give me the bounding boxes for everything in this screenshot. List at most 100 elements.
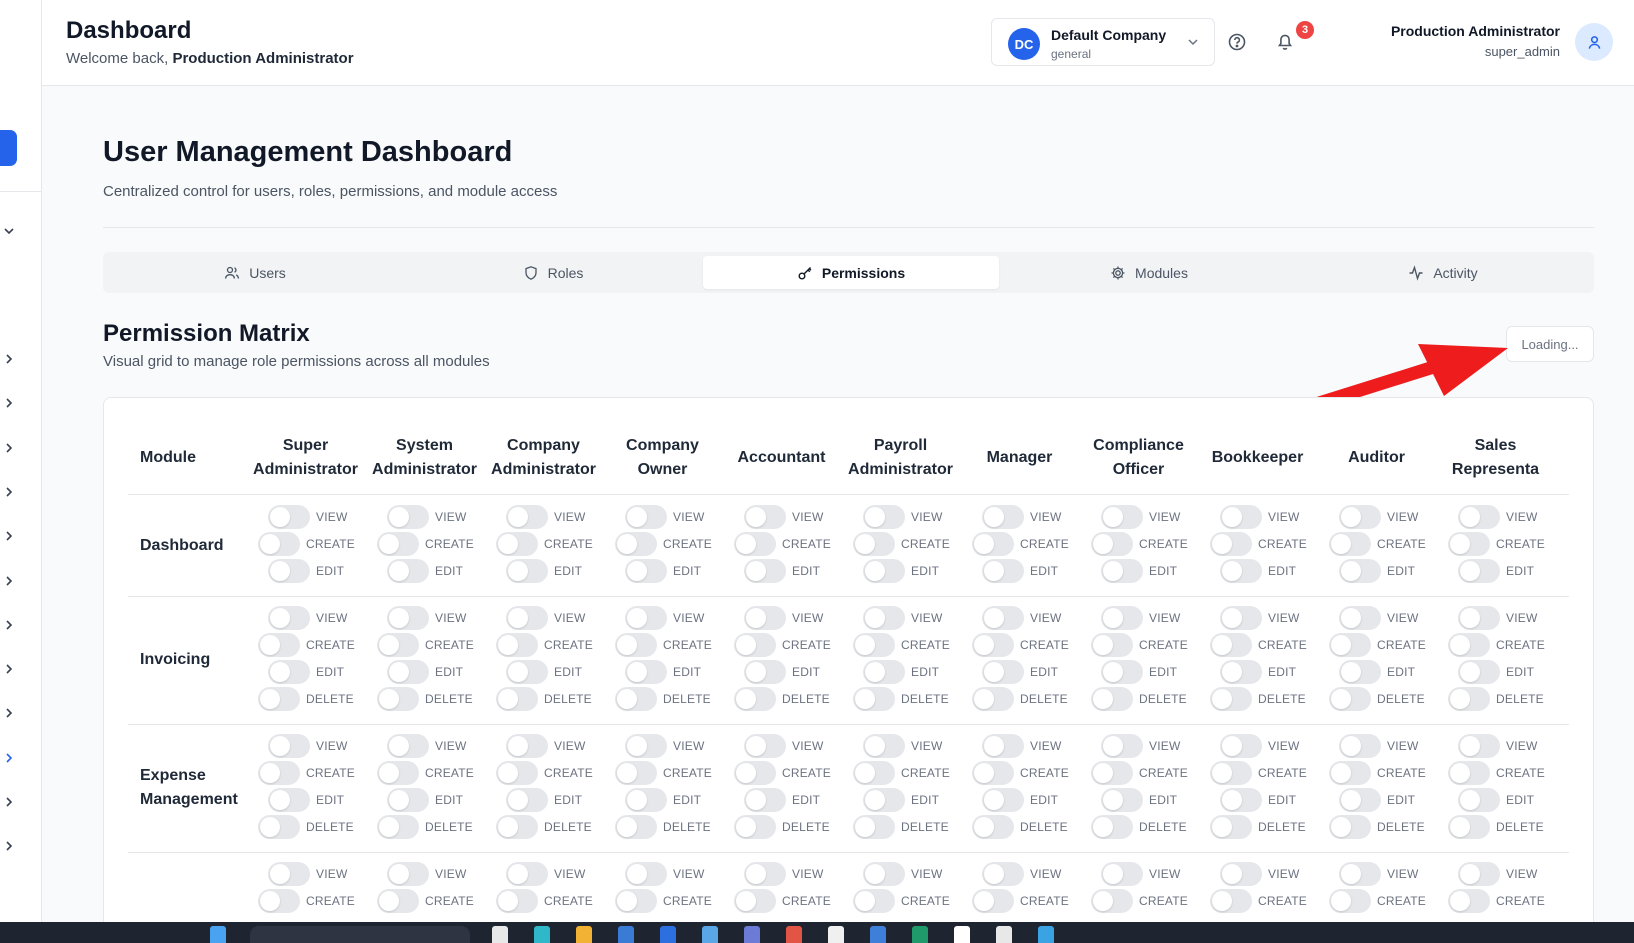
taskbar-app-icon[interactable] [786, 926, 802, 943]
taskbar-app-icon[interactable] [912, 926, 928, 943]
permission-toggle[interactable] [734, 815, 776, 839]
permission-toggle[interactable] [1339, 660, 1381, 684]
permission-toggle[interactable] [1091, 633, 1133, 657]
permission-toggle[interactable] [734, 687, 776, 711]
permission-toggle[interactable] [1329, 761, 1371, 785]
permission-toggle[interactable] [496, 532, 538, 556]
permission-toggle[interactable] [1339, 505, 1381, 529]
permission-toggle[interactable] [1091, 889, 1133, 913]
permission-toggle[interactable] [258, 633, 300, 657]
taskbar-app-icon[interactable] [954, 926, 970, 943]
permission-toggle[interactable] [268, 734, 310, 758]
bell-icon[interactable] [1274, 30, 1296, 52]
permission-toggle[interactable] [506, 559, 548, 583]
permission-toggle[interactable] [387, 559, 429, 583]
windows-start-icon[interactable] [210, 926, 226, 943]
permission-toggle[interactable] [1448, 761, 1490, 785]
permission-toggle[interactable] [1339, 559, 1381, 583]
permission-toggle[interactable] [1458, 660, 1500, 684]
permission-toggle[interactable] [377, 815, 419, 839]
permission-toggle[interactable] [853, 633, 895, 657]
permission-toggle[interactable] [1220, 660, 1262, 684]
permission-toggle[interactable] [506, 734, 548, 758]
permission-toggle[interactable] [1101, 734, 1143, 758]
permission-toggle[interactable] [1101, 788, 1143, 812]
permission-toggle[interactable] [1329, 687, 1371, 711]
permission-toggle[interactable] [506, 788, 548, 812]
permission-toggle[interactable] [615, 761, 657, 785]
permission-toggle[interactable] [734, 633, 776, 657]
permission-toggle[interactable] [1329, 633, 1371, 657]
permission-toggle[interactable] [1448, 687, 1490, 711]
permission-toggle[interactable] [972, 761, 1014, 785]
permission-toggle[interactable] [1458, 505, 1500, 529]
tab-activity[interactable]: Activity [1295, 256, 1591, 289]
permission-toggle[interactable] [268, 660, 310, 684]
permission-toggle[interactable] [1448, 889, 1490, 913]
permission-toggle[interactable] [258, 889, 300, 913]
permission-toggle[interactable] [972, 633, 1014, 657]
permission-toggle[interactable] [1458, 606, 1500, 630]
permission-toggle[interactable] [615, 633, 657, 657]
permission-toggle[interactable] [1220, 559, 1262, 583]
permission-toggle[interactable] [982, 660, 1024, 684]
permission-toggle[interactable] [258, 687, 300, 711]
permission-toggle[interactable] [258, 532, 300, 556]
permission-toggle[interactable] [268, 862, 310, 886]
permission-toggle[interactable] [744, 788, 786, 812]
sidebar-active-item[interactable] [0, 130, 17, 166]
taskbar-app-icon[interactable] [660, 926, 676, 943]
permission-toggle[interactable] [377, 532, 419, 556]
permission-toggle[interactable] [387, 734, 429, 758]
permission-toggle[interactable] [1220, 788, 1262, 812]
permission-toggle[interactable] [734, 889, 776, 913]
permission-toggle[interactable] [1101, 660, 1143, 684]
taskbar-app-icon[interactable] [744, 926, 760, 943]
permission-toggle[interactable] [625, 862, 667, 886]
permission-toggle[interactable] [1091, 815, 1133, 839]
permission-toggle[interactable] [744, 606, 786, 630]
permission-toggle[interactable] [1101, 862, 1143, 886]
sidebar-collapse-chevron-icon[interactable] [2, 224, 16, 238]
sidebar-expand-chevron-icon[interactable] [2, 751, 16, 765]
tab-permissions[interactable]: Permissions [703, 256, 999, 289]
permission-toggle[interactable] [625, 660, 667, 684]
sidebar-expand-chevron-icon[interactable] [2, 441, 16, 455]
permission-toggle[interactable] [625, 559, 667, 583]
permission-toggle[interactable] [258, 761, 300, 785]
permission-toggle[interactable] [1220, 862, 1262, 886]
permission-toggle[interactable] [1220, 505, 1262, 529]
permission-toggle[interactable] [1210, 633, 1252, 657]
permission-toggle[interactable] [1458, 734, 1500, 758]
taskbar-app-icon[interactable] [996, 926, 1012, 943]
permission-toggle[interactable] [1448, 815, 1490, 839]
permission-toggle[interactable] [863, 606, 905, 630]
permission-toggle[interactable] [863, 660, 905, 684]
tab-roles[interactable]: Roles [405, 256, 701, 289]
permission-toggle[interactable] [972, 815, 1014, 839]
tab-modules[interactable]: Modules [1001, 256, 1297, 289]
sidebar-expand-chevron-icon[interactable] [2, 529, 16, 543]
permission-toggle[interactable] [1091, 761, 1133, 785]
taskbar-app-icon[interactable] [870, 926, 886, 943]
sidebar-expand-chevron-icon[interactable] [2, 396, 16, 410]
permission-toggle[interactable] [506, 606, 548, 630]
taskbar-app-icon[interactable] [702, 926, 718, 943]
sidebar-expand-chevron-icon[interactable] [2, 485, 16, 499]
permission-toggle[interactable] [1210, 532, 1252, 556]
permission-toggle[interactable] [1339, 862, 1381, 886]
permission-toggle[interactable] [1448, 532, 1490, 556]
permission-toggle[interactable] [387, 606, 429, 630]
permission-toggle[interactable] [863, 734, 905, 758]
permission-toggle[interactable] [625, 788, 667, 812]
permission-toggle[interactable] [1210, 889, 1252, 913]
permission-toggle[interactable] [506, 862, 548, 886]
permission-toggle[interactable] [863, 559, 905, 583]
permission-toggle[interactable] [982, 788, 1024, 812]
permission-toggle[interactable] [268, 559, 310, 583]
permission-toggle[interactable] [744, 862, 786, 886]
permission-toggle[interactable] [972, 687, 1014, 711]
taskbar-app-icon[interactable] [1038, 926, 1054, 943]
permission-toggle[interactable] [1458, 788, 1500, 812]
permission-toggle[interactable] [1101, 606, 1143, 630]
